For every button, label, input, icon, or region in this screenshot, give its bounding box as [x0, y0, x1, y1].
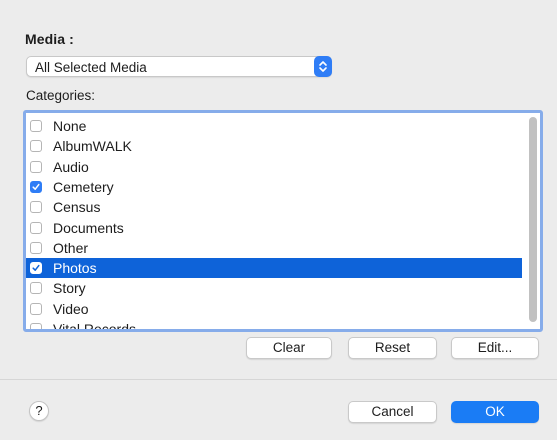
list-item[interactable]: Census — [26, 197, 522, 217]
popup-stepper-icon — [314, 56, 332, 77]
category-checkbox[interactable] — [30, 323, 42, 329]
list-item-label: Cemetery — [53, 178, 114, 195]
list-item-label: Video — [53, 300, 89, 317]
category-checkbox[interactable] — [30, 221, 42, 234]
clear-button[interactable]: Clear — [246, 337, 332, 359]
help-button[interactable]: ? — [29, 401, 49, 421]
list-item[interactable]: Vital Records — [26, 319, 522, 329]
list-item[interactable]: Story — [26, 278, 522, 298]
reset-button[interactable]: Reset — [348, 337, 437, 359]
list-item-label: Vital Records — [53, 321, 137, 329]
category-checkbox[interactable] — [30, 160, 42, 173]
list-item-label: Audio — [53, 158, 89, 175]
list-item[interactable]: Photos — [26, 258, 522, 279]
category-checkbox[interactable] — [30, 262, 42, 275]
list-item[interactable]: Audio — [26, 157, 522, 177]
cancel-button[interactable]: Cancel — [348, 401, 437, 423]
category-checkbox[interactable] — [30, 302, 42, 315]
category-checkbox[interactable] — [30, 140, 42, 153]
categories-list[interactable]: None AlbumWALK Audio Cemetery Census Document… — [23, 110, 543, 332]
scrollbar[interactable] — [529, 117, 537, 327]
category-checkbox[interactable] — [30, 241, 42, 254]
edit-button[interactable]: Edit... — [451, 337, 539, 359]
media-label: Media : — [25, 31, 74, 47]
list-item-label: Census — [53, 199, 101, 216]
list-item-label: None — [53, 118, 87, 134]
list-item-label: Story — [53, 280, 86, 297]
categories-label: Categories: — [26, 88, 96, 103]
list-item-label: Other — [53, 239, 89, 256]
list-item[interactable]: None — [26, 116, 522, 136]
list-item-label: Photos — [53, 260, 97, 277]
media-popup-value: All Selected Media — [35, 60, 147, 75]
category-checkbox[interactable] — [30, 180, 42, 193]
category-checkbox[interactable] — [30, 201, 42, 214]
category-checkbox[interactable] — [30, 282, 42, 295]
category-checkbox[interactable] — [30, 120, 42, 132]
list-item[interactable]: Video — [26, 299, 522, 319]
list-item-label: Documents — [53, 219, 124, 236]
media-popup[interactable]: All Selected Media — [26, 56, 332, 77]
list-item[interactable]: Documents — [26, 218, 522, 238]
list-item[interactable]: Other — [26, 238, 522, 258]
list-item[interactable]: AlbumWALK — [26, 136, 522, 156]
ok-button[interactable]: OK — [451, 401, 539, 423]
footer-divider — [0, 379, 557, 380]
scrollbar-thumb[interactable] — [529, 117, 537, 322]
categories-list-content: None AlbumWALK Audio Cemetery Census Document… — [26, 113, 540, 329]
list-item[interactable]: Cemetery — [26, 177, 522, 197]
list-item-label: AlbumWALK — [53, 138, 132, 155]
